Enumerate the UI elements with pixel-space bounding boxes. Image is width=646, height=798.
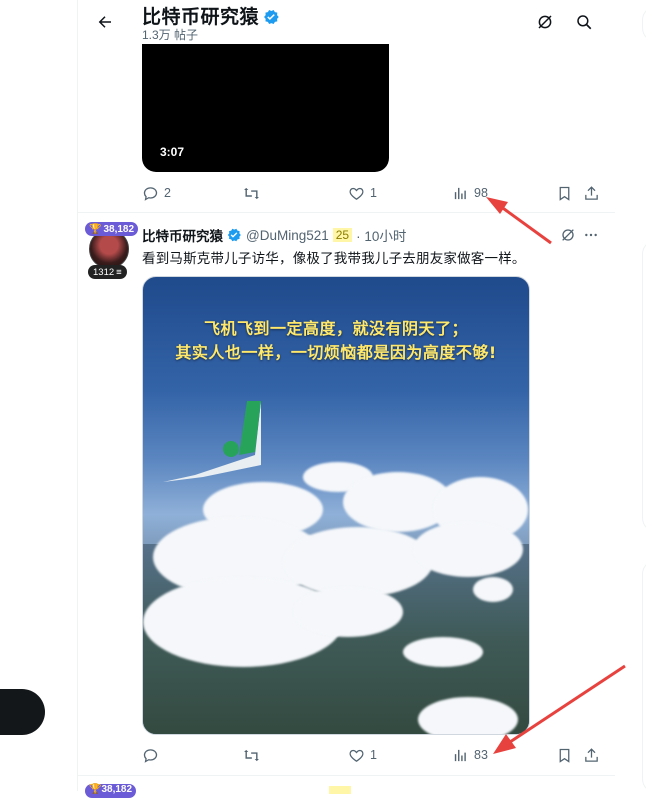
tweet-actions: 2 1 98	[142, 183, 607, 203]
grok-button[interactable]	[557, 224, 579, 246]
profile-header: 比特币研究猿 1.3万 帖子	[78, 0, 615, 44]
user-level-badge: 🏆38,182	[85, 784, 137, 798]
verified-badge-icon	[264, 9, 279, 25]
reply-icon	[143, 186, 158, 201]
trophy-icon: 🏆	[89, 223, 102, 235]
more-options-button[interactable]	[580, 224, 602, 246]
tweet-time[interactable]: · 10小时	[356, 225, 406, 245]
analytics-icon	[454, 187, 466, 199]
right-rail	[616, 0, 646, 793]
tweet-divider	[78, 775, 615, 776]
views-button[interactable]: 98	[452, 185, 488, 202]
tweet-actions: 1 83	[142, 745, 607, 765]
retweet-icon	[244, 187, 259, 199]
retweet-button[interactable]	[243, 185, 260, 202]
share-button[interactable]	[583, 185, 600, 202]
video-player[interactable]: 3:07	[142, 44, 389, 172]
author-name[interactable]: 比特币研究猿	[142, 225, 223, 245]
number-chip	[329, 786, 351, 794]
bookmark-icon	[559, 748, 570, 763]
reply-icon	[143, 748, 158, 763]
bookmark-button[interactable]	[556, 185, 573, 202]
arrow-left-icon	[98, 16, 111, 28]
left-rail	[0, 0, 77, 791]
retweet-icon	[244, 749, 259, 761]
trophy-icon: 🏆	[89, 784, 102, 795]
like-button[interactable]: 1	[348, 185, 377, 202]
views-button[interactable]: 83	[452, 747, 488, 764]
tweet-divider	[78, 212, 615, 213]
post-count: 1.3万 帖子	[142, 28, 199, 42]
grok-icon	[538, 15, 552, 29]
right-rail-card-edge	[642, 240, 646, 532]
tweet-text: 看到马斯克带儿子访华，像极了我带我儿子去朋友家做客一样。	[142, 251, 526, 266]
airplane-wing	[163, 401, 261, 482]
user-level-badge: 🏆38,182	[85, 222, 139, 236]
verified-badge-icon	[227, 228, 241, 242]
page-title: 比特币研究猿	[142, 2, 280, 29]
reply-button[interactable]: 2	[142, 185, 171, 202]
bookmark-button[interactable]	[556, 747, 573, 764]
bookmark-icon	[559, 186, 570, 201]
heart-icon	[349, 187, 364, 200]
floating-dark-button[interactable]	[0, 689, 45, 735]
share-icon	[585, 747, 598, 762]
user-score-badge: 1312 ≡	[88, 265, 127, 279]
more-icon	[585, 233, 597, 237]
author-handle[interactable]: @DuMing521	[246, 228, 329, 243]
search-icon	[577, 15, 592, 30]
share-icon	[585, 185, 598, 200]
share-button[interactable]	[583, 747, 600, 764]
tweet-author-line: 比特币研究猿 @DuMing521 25 · 10小时	[142, 225, 406, 245]
right-rail-search-edge[interactable]	[642, 6, 646, 42]
heart-icon	[349, 749, 364, 762]
number-chip: 25	[332, 228, 353, 242]
retweet-button[interactable]	[243, 747, 260, 764]
analytics-icon	[454, 749, 466, 761]
like-button[interactable]: 1	[348, 747, 377, 764]
right-rail-card-edge	[642, 560, 646, 793]
grok-button[interactable]	[531, 8, 559, 36]
video-duration: 3:07	[160, 145, 185, 159]
back-button[interactable]	[90, 7, 120, 37]
stack-icon: ≡	[116, 266, 122, 278]
grok-icon	[562, 229, 574, 241]
tweet-photo[interactable]: 飞机飞到一定高度，就没有阴天了； 其实人也一样，一切烦恼都是因为高度不够!	[142, 276, 530, 735]
reply-button[interactable]	[142, 747, 159, 764]
search-button[interactable]	[570, 8, 598, 36]
